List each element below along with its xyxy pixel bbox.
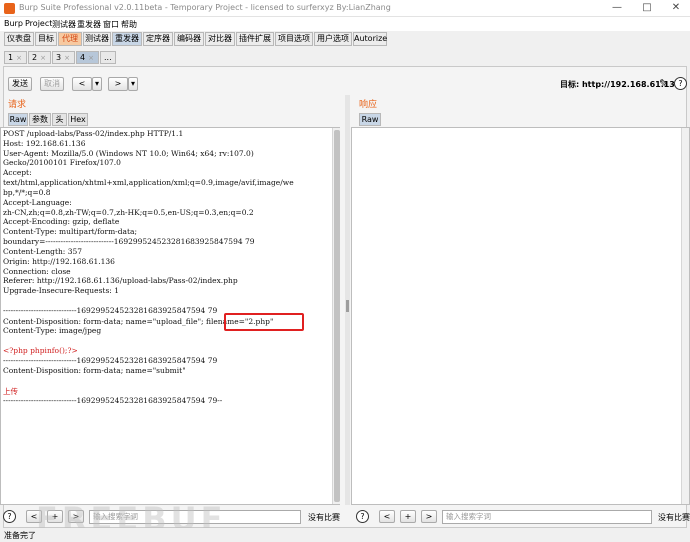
request-line: Accept-Encoding: gzip, deflate: [3, 217, 120, 226]
send-button[interactable]: 发送: [8, 77, 32, 91]
sub-tab-more[interactable]: ...: [100, 51, 116, 64]
tab-proxy[interactable]: 代理: [58, 32, 82, 46]
request-line: Origin: http://192.168.61.136: [3, 257, 115, 266]
edit-target-icon[interactable]: ✎: [659, 77, 671, 91]
request-line: bp,*/*;q=0.8: [3, 188, 51, 197]
sub-tab-label: 1: [8, 53, 14, 62]
request-line: zh-CN,zh;q=0.8,zh-TW;q=0.7,zh-HK;q=0.5,e…: [3, 208, 254, 217]
sub-tab-4[interactable]: 4 ×: [76, 51, 99, 64]
request-line: POST /upload-labs/Pass-02/index.php HTTP…: [3, 129, 184, 138]
sub-tab-label: 2: [32, 53, 38, 62]
menu-project[interactable]: Project: [25, 19, 52, 28]
back-menu-button[interactable]: ▾: [92, 77, 102, 91]
back-button[interactable]: <: [72, 77, 92, 91]
splitter-handle-icon[interactable]: [346, 300, 349, 312]
close-icon[interactable]: ×: [16, 54, 22, 62]
help-icon[interactable]: ?: [674, 77, 687, 90]
close-icon[interactable]: ×: [40, 54, 46, 62]
response-search-input[interactable]: 输入搜索字词: [442, 510, 652, 524]
sub-tab-2[interactable]: 2 ×: [28, 51, 51, 64]
sub-tab-1[interactable]: 1 ×: [4, 51, 27, 64]
sub-tab-label: 4: [80, 53, 86, 62]
request-line: text/html,application/xhtml+xml,applicat…: [3, 178, 294, 187]
burp-logo-icon: [4, 3, 15, 14]
response-search-help-icon[interactable]: ?: [356, 510, 369, 523]
request-tab-raw[interactable]: Raw: [8, 113, 28, 126]
close-icon[interactable]: ×: [88, 54, 94, 62]
request-scrollbar[interactable]: [332, 128, 340, 504]
request-search-help-icon[interactable]: ?: [3, 510, 16, 523]
request-line: Content-Type: image/jpeg: [3, 326, 102, 335]
request-line: -----------------------------16929952452…: [3, 306, 218, 315]
request-tab-hex[interactable]: Hex: [68, 113, 88, 126]
request-title: 请求: [8, 100, 27, 110]
request-line: Accept:: [3, 168, 32, 177]
tab-target[interactable]: 目标: [35, 32, 57, 46]
tab-sequencer[interactable]: 定序器: [143, 32, 173, 46]
response-search-prev-button[interactable]: <: [379, 510, 395, 523]
minimize-button[interactable]: —: [603, 0, 631, 17]
response-title: 响应: [359, 100, 378, 110]
menu-burp[interactable]: Burp: [4, 19, 23, 28]
request-line: Content-Disposition: form-data; name="su…: [3, 366, 186, 375]
tab-dashboard[interactable]: 仪表盘: [4, 32, 34, 46]
tab-autorize[interactable]: Autorize: [353, 32, 387, 46]
window-title: Burp Suite Professional v2.0.11beta - Te…: [19, 3, 391, 12]
response-search-add-button[interactable]: +: [400, 510, 416, 523]
request-tab-headers[interactable]: 头: [52, 113, 67, 126]
tab-user-options[interactable]: 用户选项: [314, 32, 352, 46]
menu-repeater[interactable]: 重发器: [77, 19, 101, 30]
close-icon[interactable]: ×: [64, 54, 70, 62]
maximize-button[interactable]: □: [633, 0, 661, 17]
request-line: <?php phpinfo();?>: [3, 346, 78, 355]
forward-menu-button[interactable]: ▾: [128, 77, 138, 91]
request-line: Accept-Language:: [3, 198, 72, 207]
tab-comparer[interactable]: 对比器: [205, 32, 235, 46]
sub-tab-3[interactable]: 3 ×: [52, 51, 75, 64]
forward-button[interactable]: >: [108, 77, 128, 91]
request-line: Host: 192.168.61.136: [3, 139, 86, 148]
response-scrollbar[interactable]: [681, 128, 689, 504]
tab-project-options[interactable]: 项目选项: [275, 32, 313, 46]
sub-tab-label: ...: [104, 53, 112, 62]
request-line: User-Agent: Mozilla/5.0 (Windows NT 10.0…: [3, 149, 254, 158]
request-tab-params[interactable]: 参数: [29, 113, 51, 126]
menu-window[interactable]: 窗口: [103, 19, 119, 30]
request-line: Upgrade-Insecure-Requests: 1: [3, 286, 119, 295]
menu-bar: Burp Project 测试器 重发器 窗口 帮助: [0, 17, 690, 31]
response-tab-raw[interactable]: Raw: [359, 113, 381, 126]
request-line: Referer: http://192.168.61.136/upload-la…: [3, 276, 238, 285]
menu-intruder[interactable]: 测试器: [52, 19, 76, 30]
close-button[interactable]: ✕: [662, 0, 690, 17]
tab-repeater[interactable]: 重发器: [112, 32, 142, 46]
status-bar: 准备完了: [0, 528, 690, 542]
request-line: -----------------------------16929952452…: [3, 356, 218, 365]
response-editor[interactable]: [351, 127, 690, 505]
request-line: Connection: close: [3, 267, 71, 276]
request-line: Gecko/20100101 Firefox/107.0: [3, 158, 121, 167]
response-search-next-button[interactable]: >: [421, 510, 437, 523]
request-line: Content-Length: 357: [3, 247, 83, 256]
filename-highlight: [224, 313, 304, 331]
request-line: boundary=---------------------------1692…: [3, 237, 255, 246]
tab-decoder[interactable]: 编码器: [174, 32, 204, 46]
scrollbar-thumb[interactable]: [334, 130, 340, 502]
request-line: Content-Type: multipart/form-data;: [3, 227, 137, 236]
sub-tab-label: 3: [56, 53, 62, 62]
tab-extender[interactable]: 插件扩展: [236, 32, 274, 46]
response-match-count: 没有比赛: [658, 513, 690, 522]
request-match-count: 没有比赛: [308, 513, 340, 522]
cancel-button[interactable]: 取消: [40, 77, 64, 91]
title-bar: Burp Suite Professional v2.0.11beta - Te…: [0, 0, 690, 17]
menu-help[interactable]: 帮助: [121, 19, 137, 30]
request-line: -----------------------------16929952452…: [3, 396, 223, 405]
status-text: 准备完了: [4, 531, 36, 540]
tab-intruder[interactable]: 测试器: [83, 32, 111, 46]
